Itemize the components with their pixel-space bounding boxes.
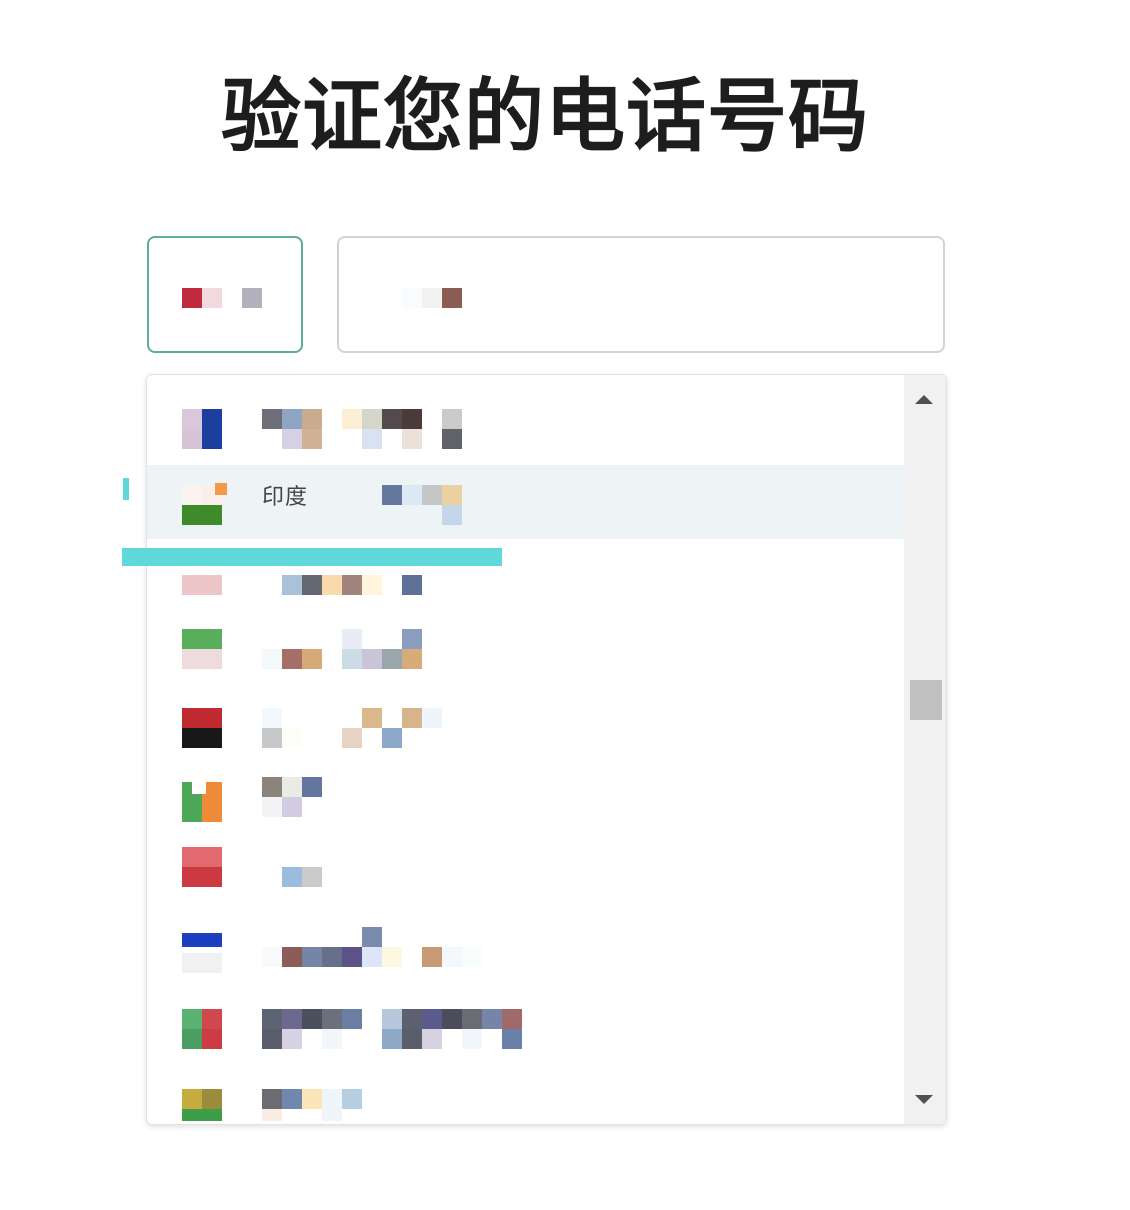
scroll-up-arrow-icon[interactable] <box>915 395 933 404</box>
flag-icon <box>182 933 222 973</box>
country-name-label: 印度 <box>262 485 309 510</box>
country-option[interactable] <box>147 909 905 983</box>
country-option[interactable] <box>147 983 905 1057</box>
input-text-pixel <box>422 288 442 308</box>
country-option[interactable] <box>147 835 905 909</box>
flag-icon <box>182 708 222 748</box>
flag-icon <box>182 782 222 822</box>
country-list: 印度 <box>147 375 905 1124</box>
flag-icon <box>182 847 222 887</box>
flag-icon <box>182 1089 222 1124</box>
chevron-down-icon <box>242 288 262 308</box>
highlight-indicator <box>123 478 129 500</box>
flag-icon <box>182 629 222 669</box>
highlight-underline <box>122 548 502 566</box>
flag-icon-part <box>202 288 222 308</box>
country-code-select[interactable] <box>147 236 303 353</box>
flag-icon <box>182 288 202 308</box>
country-option[interactable] <box>147 761 905 835</box>
phone-number-input[interactable] <box>337 236 945 353</box>
flag-icon <box>182 1009 222 1049</box>
scrollbar-thumb[interactable] <box>910 680 942 720</box>
input-text-pixel <box>402 288 422 308</box>
country-option-highlighted[interactable]: 印度 <box>147 465 905 539</box>
dropdown-scrollbar[interactable] <box>904 375 946 1124</box>
country-option[interactable] <box>147 613 905 687</box>
country-option[interactable] <box>147 687 905 761</box>
country-dropdown[interactable]: 印度 <box>146 374 947 1125</box>
page-title: 验证您的电话号码 <box>221 70 869 163</box>
flag-icon <box>182 409 222 449</box>
country-option[interactable] <box>147 1057 905 1124</box>
input-text-pixel <box>442 288 462 308</box>
country-option[interactable] <box>147 391 905 465</box>
flag-icon <box>182 483 227 525</box>
scroll-down-arrow-icon[interactable] <box>915 1095 933 1104</box>
